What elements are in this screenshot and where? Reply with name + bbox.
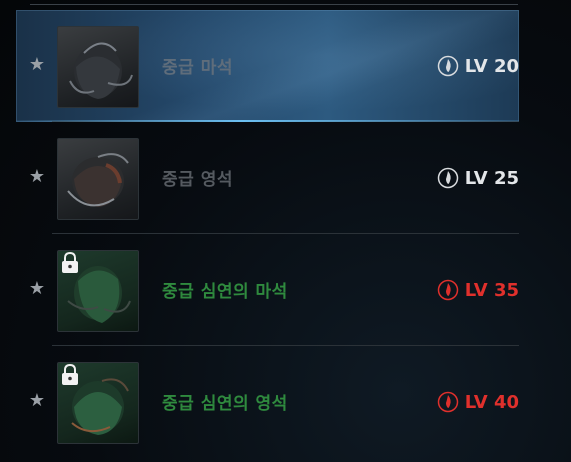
green-stone-pouch-icon: [57, 250, 139, 332]
white-flame-icon: [437, 167, 458, 189]
level-label: LV 40: [464, 391, 519, 413]
red-flame-icon: [437, 391, 458, 413]
red-flame-icon: [437, 279, 458, 301]
item-name: 중급 심연의 마석: [162, 282, 288, 302]
white-flame-icon: [437, 55, 458, 77]
star-icon[interactable]: ★: [26, 166, 48, 188]
item-name: 중급 마석: [162, 58, 233, 78]
top-divider: [30, 4, 518, 5]
lock-icon: [62, 251, 78, 273]
item-name: 중급 영석: [162, 170, 233, 190]
stone-pouch-icon: [57, 26, 139, 108]
level-indicator: LV 25: [437, 165, 519, 191]
lock-icon: [62, 363, 78, 385]
level-label: LV 20: [464, 55, 519, 77]
level-indicator: LV 20: [437, 53, 519, 79]
level-indicator: LV 40: [437, 389, 519, 415]
list-item-locked[interactable]: ★ 중급 심연의 마석 LV 35: [16, 234, 519, 346]
item-list: ★ 중급 마석 LV 20 ★ 중급 영석 LV 25 ★ 중급 심연의 마석 …: [16, 10, 519, 458]
list-item[interactable]: ★ 중급 영석 LV 25: [16, 122, 519, 234]
level-label: LV 35: [464, 279, 519, 301]
list-item-locked[interactable]: ★ 중급 심연의 영석 LV 40: [16, 346, 519, 458]
level-label: LV 25: [464, 167, 519, 189]
green-stone-pouch-icon: [57, 362, 139, 444]
level-indicator: LV 35: [437, 277, 519, 303]
star-icon[interactable]: ★: [26, 54, 48, 76]
star-icon[interactable]: ★: [26, 278, 48, 300]
item-name: 중급 심연의 영석: [162, 394, 288, 414]
stone-pouch-icon: [57, 138, 139, 220]
list-item-selected[interactable]: ★ 중급 마석 LV 20: [16, 10, 519, 122]
star-icon[interactable]: ★: [26, 390, 48, 412]
